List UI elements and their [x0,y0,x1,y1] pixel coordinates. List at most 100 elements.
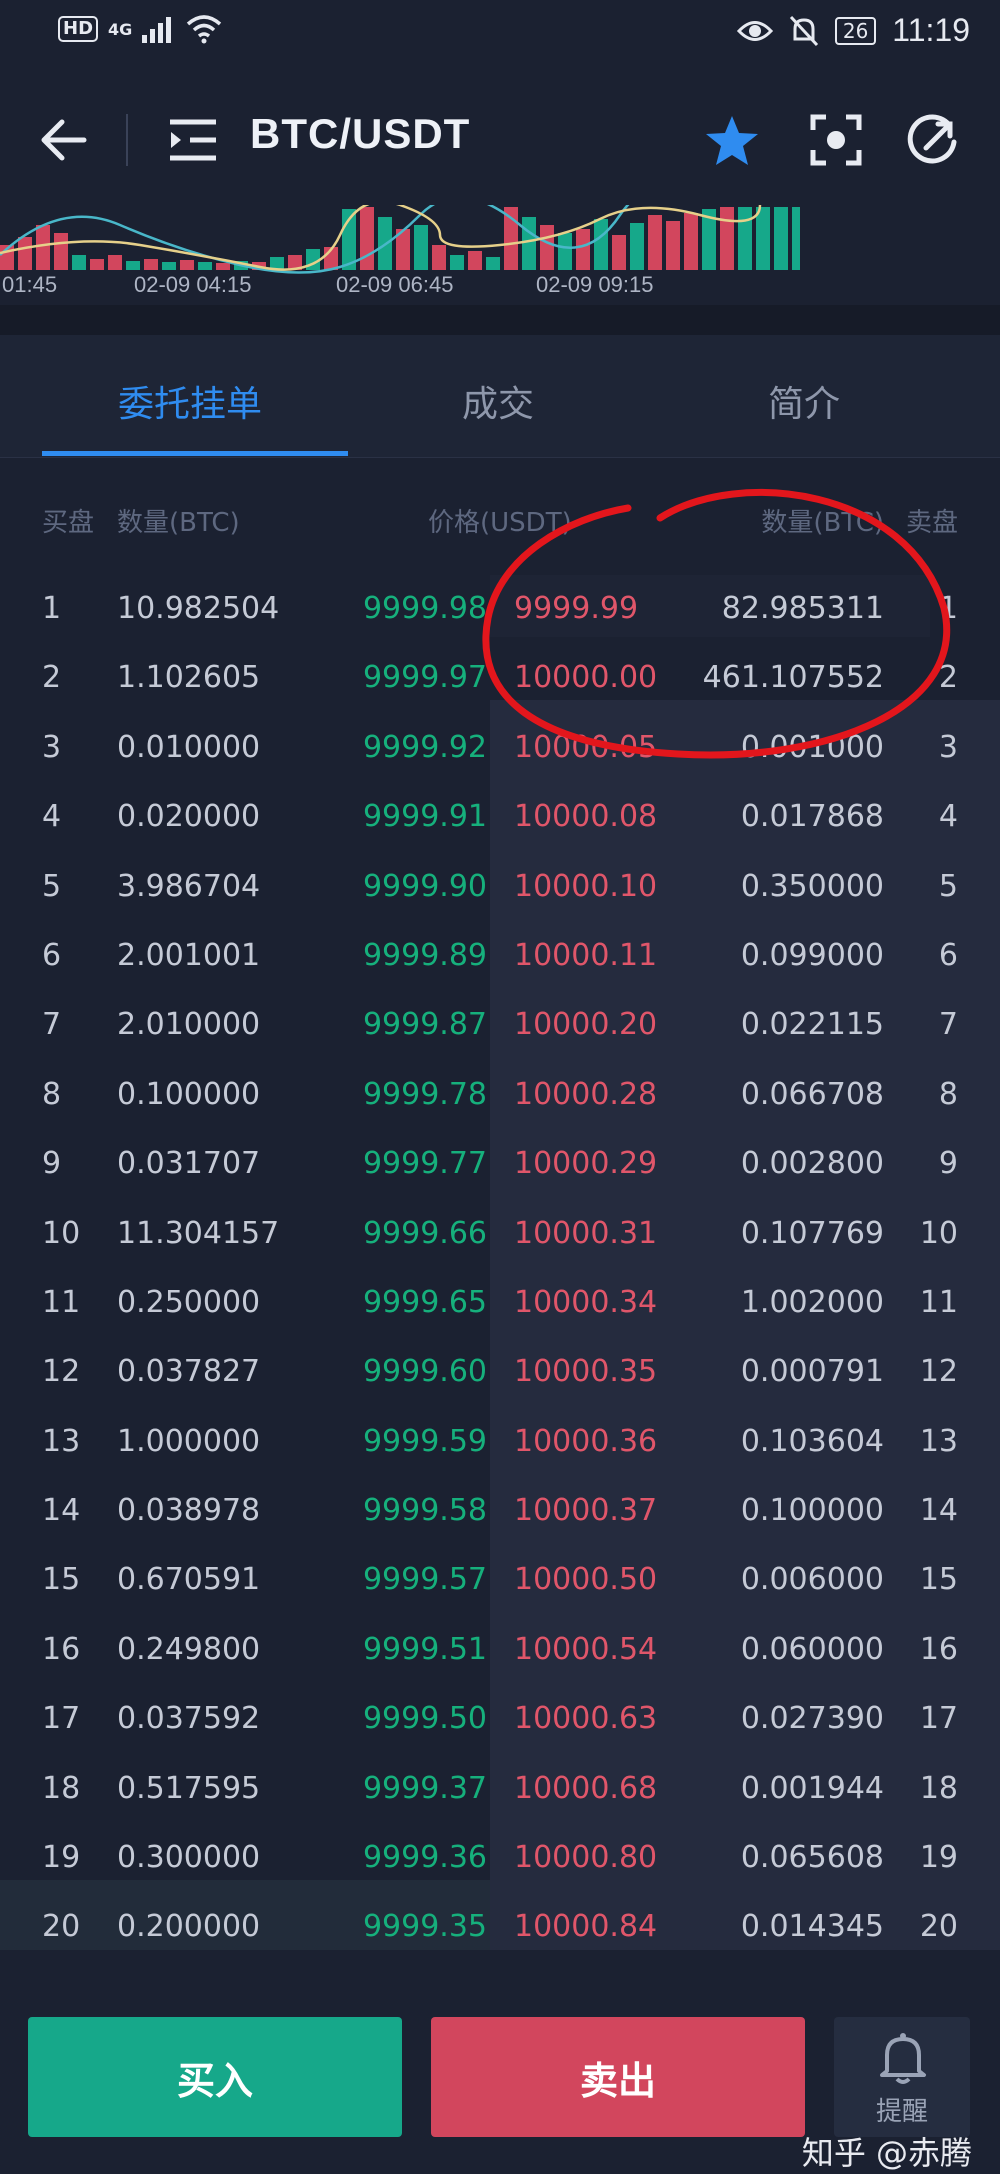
orderbook-row[interactable]: 10 11.304157 9999.66 10000.31 0.107769 10 [0,1200,1000,1269]
tab-trades[interactable]: 成交 [462,375,534,427]
bid-price: 9999.78 [362,1076,487,1112]
buy-button[interactable]: 买入 [28,2017,402,2137]
ask-quantity: 0.107769 [740,1215,884,1251]
time-label: 02-09 06:45 [336,272,453,297]
ask-price: 10000.35 [514,1354,658,1390]
ask-quantity: 0.006000 [740,1562,884,1598]
red-annotation-circle [482,489,951,759]
status-bar: HD 4G 26 11:19 [0,0,1000,70]
orderbook-row[interactable]: 19 0.300000 9999.36 10000.80 0.065608 19 [0,1824,1000,1893]
bid-price: 9999.60 [362,1354,487,1390]
ask-index: 10 [919,1215,958,1251]
hd-badge: HD [58,16,99,42]
ask-price: 10000.37 [514,1493,658,1529]
ask-quantity: 0.065608 [740,1840,884,1876]
orderbook-row[interactable]: 20 0.200000 9999.35 10000.84 0.014345 20 [0,1893,1000,1962]
orderbook-row[interactable]: 17 0.037592 9999.50 10000.63 0.027390 17 [0,1685,1000,1754]
ask-quantity: 0.060000 [740,1631,884,1667]
orderbook-row[interactable]: 8 0.100000 9999.78 10000.28 0.066708 8 [0,1061,1000,1130]
tab-intro[interactable]: 简介 [768,375,840,427]
favorite-star-icon[interactable] [704,114,760,168]
ask-index: 20 [919,1909,958,1945]
bid-index: 14 [42,1493,81,1529]
bid-index: 20 [42,1909,81,1945]
bell-icon [880,2033,926,2084]
orderbook-row[interactable]: 5 3.986704 9999.90 10000.10 0.350000 5 [0,853,1000,922]
refresh-icon[interactable] [904,112,960,168]
orderbook-row[interactable]: 13 1.000000 9999.59 10000.36 0.103604 13 [0,1408,1000,1477]
bid-quantity: 0.200000 [117,1909,261,1945]
bid-index: 15 [42,1562,81,1598]
eye-icon [736,20,773,41]
active-tab-indicator [42,451,348,456]
tab-order-book[interactable]: 委托挂单 [118,375,262,427]
ask-quantity: 0.066708 [740,1076,884,1112]
bid-quantity: 0.031707 [117,1146,261,1182]
app-header: BTC/USDT [0,90,1000,190]
ask-price: 10000.20 [514,1007,658,1043]
ask-index: 8 [938,1076,958,1112]
bid-quantity: 0.300000 [117,1840,261,1876]
bid-index: 5 [42,868,62,904]
bid-quantity: 3.986704 [117,868,261,904]
bid-index: 9 [42,1146,62,1182]
bid-index: 1 [42,591,62,626]
bid-quantity: 0.517595 [117,1770,261,1806]
ask-index: 11 [919,1284,958,1320]
header-divider [126,114,128,166]
orderbook-row[interactable]: 6 2.001001 9999.89 10000.11 0.099000 6 [0,922,1000,991]
bid-price: 9999.89 [362,937,487,973]
bid-quantity: 0.100000 [117,1076,261,1112]
bid-index: 11 [42,1284,81,1320]
ask-price: 10000.54 [514,1631,658,1667]
ask-index: 14 [919,1493,958,1529]
signal-icon [142,17,172,43]
bid-price: 9999.66 [362,1215,487,1251]
bid-index: 12 [42,1354,81,1390]
bid-quantity: 0.020000 [117,799,261,835]
bid-quantity: 2.001001 [117,937,261,973]
orderbook-row[interactable]: 14 0.038978 9999.58 10000.37 0.100000 14 [0,1477,1000,1546]
orderbook-row[interactable]: 15 0.670591 9999.57 10000.50 0.006000 15 [0,1546,1000,1615]
screenshot-icon[interactable] [810,114,862,166]
orderbook-row[interactable]: 16 0.249800 9999.51 10000.54 0.060000 16 [0,1616,1000,1685]
watermark: 知乎 @赤腾 [801,2134,972,2172]
ask-index: 18 [919,1770,958,1806]
bid-price: 9999.87 [362,1007,487,1043]
orderbook-row[interactable]: 4 0.020000 9999.91 10000.08 0.017868 4 [0,783,1000,852]
ask-price: 10000.29 [514,1146,658,1182]
bid-quantity: 0.037592 [117,1701,261,1737]
ask-price: 10000.10 [514,868,658,904]
ask-index: 19 [919,1840,958,1876]
orderbook-row[interactable]: 11 0.250000 9999.65 10000.34 1.002000 11 [0,1269,1000,1338]
ask-price: 10000.36 [514,1423,658,1459]
ask-price: 10000.80 [514,1840,658,1876]
network-status: HD 4G [58,14,222,44]
ask-index: 6 [938,937,958,973]
ask-index: 16 [919,1631,958,1667]
sell-button[interactable]: 卖出 [431,2017,805,2137]
price-alert-button[interactable]: 提醒 [834,2017,970,2137]
bid-price: 9999.90 [362,868,487,904]
bid-index: 16 [42,1631,81,1667]
bid-index: 13 [42,1423,81,1459]
ask-quantity: 0.017868 [740,799,884,835]
ask-price: 10000.50 [514,1562,658,1598]
orderbook-row[interactable]: 18 0.517595 9999.37 10000.68 0.001944 18 [0,1755,1000,1824]
orderbook-rows: 1 10.982504 9999.98 9999.99 82.985311 1 2 1.102… [0,575,1000,1963]
time-axis: 01:45 02-09 04:15 02-09 06:45 02-09 09:1… [2,272,653,297]
bid-price: 9999.77 [362,1146,487,1182]
back-arrow-icon[interactable] [36,112,92,168]
orderbook-row[interactable]: 12 0.037827 9999.60 10000.35 0.000791 12 [0,1338,1000,1407]
volume-bars [0,207,800,270]
bid-quantity: 2.010000 [117,1007,261,1043]
system-status: 26 11:19 [736,12,970,49]
orderbook-row[interactable]: 7 2.010000 9999.87 10000.20 0.022115 7 [0,991,1000,1060]
bid-quantity: 10.982504 [117,591,280,626]
bid-side-header: 买盘 [42,508,95,538]
bid-index: 6 [42,937,62,973]
pair-list-icon[interactable] [168,116,218,164]
bid-quantity: 1.102605 [117,660,261,696]
ask-price: 10000.11 [514,937,658,973]
orderbook-row[interactable]: 9 0.031707 9999.77 10000.29 0.002800 9 [0,1130,1000,1199]
